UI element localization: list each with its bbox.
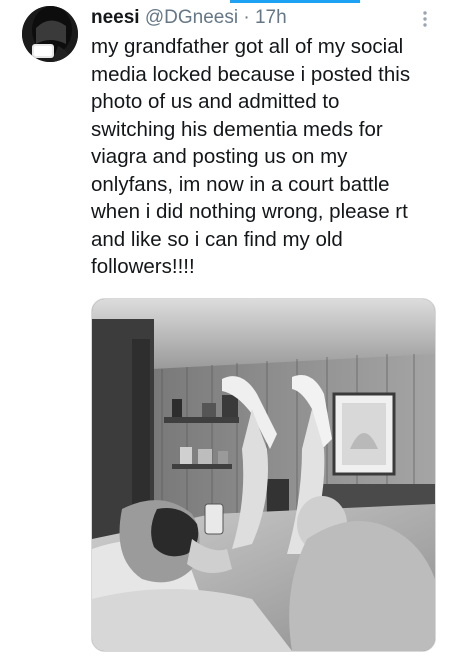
- tweet-header: neesi @DGneesi · 17h: [91, 6, 411, 30]
- display-name[interactable]: neesi: [91, 7, 140, 28]
- photo-image: [92, 299, 435, 651]
- tab-indicator: [230, 0, 360, 3]
- avatar[interactable]: [22, 6, 78, 62]
- top-bar: [0, 0, 450, 3]
- more-vertical-icon: [423, 11, 427, 27]
- tweet-media-photo[interactable]: [91, 298, 436, 652]
- more-options-button[interactable]: [418, 9, 432, 29]
- tweet-text: my grandfather got all of my social medi…: [91, 35, 411, 278]
- timestamp[interactable]: 17h: [255, 7, 287, 28]
- user-handle[interactable]: @DGneesi: [145, 7, 238, 28]
- separator: ·: [243, 7, 250, 28]
- avatar-image: [22, 6, 78, 62]
